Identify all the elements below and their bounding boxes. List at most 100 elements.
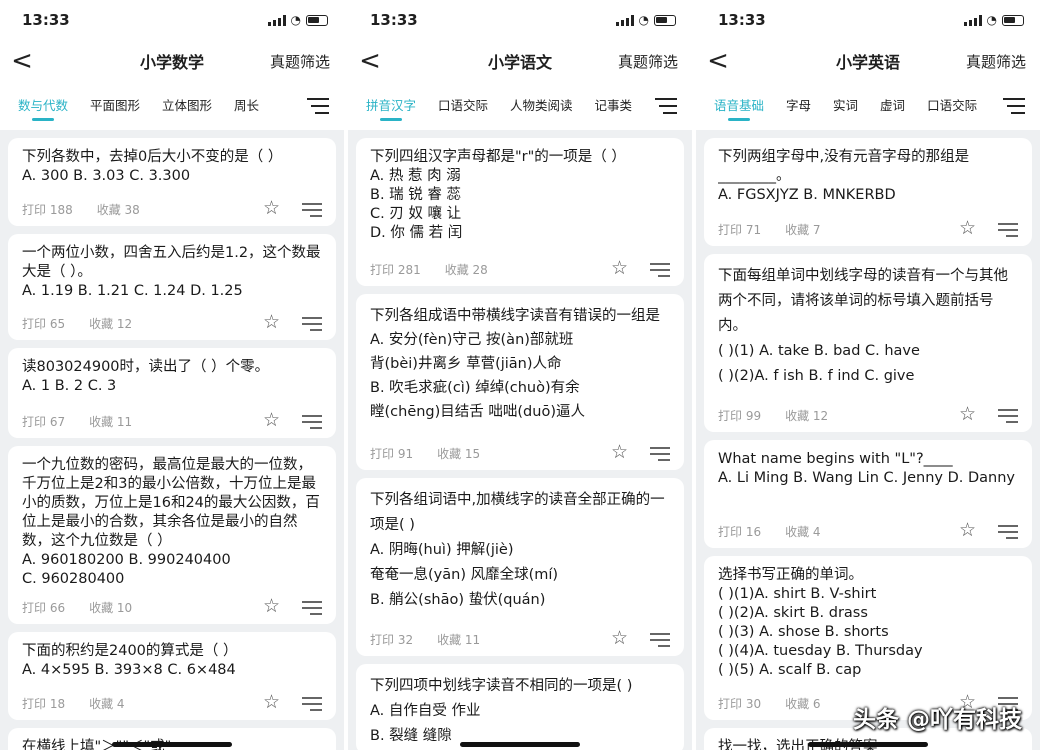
favorite-count: 收藏 28 bbox=[444, 262, 488, 277]
favorite-count: 收藏 4 bbox=[785, 524, 821, 539]
star-icon[interactable]: ☆ bbox=[611, 629, 628, 648]
nav-bar: < 小学语文 真题筛选 bbox=[348, 40, 692, 82]
question-card[interactable]: 一个两位小数，四舍五入后约是1.2，这个数最大是（ ）。 A. 1.19 B. … bbox=[8, 234, 336, 340]
filter-button[interactable]: 真题筛选 bbox=[618, 51, 678, 72]
list-icon[interactable] bbox=[650, 447, 670, 461]
question-card[interactable]: 下列四项中划线字读音不相同的一项是( ) A. 自作自受 作业 B. 裂缝 缝隙 bbox=[356, 664, 684, 750]
print-count: 打印 67 bbox=[22, 414, 66, 429]
list-icon[interactable] bbox=[650, 633, 670, 647]
favorite-count: 收藏 38 bbox=[96, 202, 140, 217]
back-icon[interactable]: < bbox=[696, 40, 740, 82]
star-icon[interactable]: ☆ bbox=[263, 199, 280, 218]
menu-icon[interactable] bbox=[292, 82, 344, 130]
home-indicator bbox=[112, 742, 232, 747]
tab-kouyujiaoji[interactable]: 口语交际 bbox=[438, 82, 488, 130]
category-tabs: 语音基础 字母 实词 虚词 口语交际 bbox=[696, 82, 1040, 130]
tab-xuci[interactable]: 虚词 bbox=[880, 82, 905, 130]
print-count: 打印 66 bbox=[22, 600, 66, 615]
question-card[interactable]: 选择书写正确的单词。 ( )(1)A. shirt B. V-shirt ( )… bbox=[704, 556, 1032, 720]
list-icon[interactable] bbox=[650, 263, 670, 277]
question-card[interactable]: 下列四组汉字声母都是"r"的一项是（ ） A. 热 惹 肉 溺 B. 瑞 锐 睿… bbox=[356, 138, 684, 286]
question-text: 下列四项中划线字读音不相同的一项是( ) A. 自作自受 作业 B. 裂缝 缝隙 bbox=[370, 678, 633, 744]
question-card[interactable]: 下列两组字母中,没有元音字母的那组是________。 A. FGSXJYZ B… bbox=[704, 138, 1032, 246]
question-card[interactable]: 下列各数中，去掉0后大小不变的是（ ） A. 300 B. 3.03 C. 3.… bbox=[8, 138, 336, 226]
question-card[interactable]: What name begins with "L"?____ A. Li Min… bbox=[704, 440, 1032, 548]
star-icon[interactable]: ☆ bbox=[611, 443, 628, 462]
tab-zimu[interactable]: 字母 bbox=[786, 82, 811, 130]
question-card[interactable]: 一个九位数的密码，最高位是最大的一位数，千万位上是2和3的最小公倍数，十万位上是… bbox=[8, 446, 336, 624]
favorite-count: 收藏 12 bbox=[89, 316, 133, 331]
question-feed[interactable]: 下列两组字母中,没有元音字母的那组是________。 A. FGSXJYZ B… bbox=[696, 138, 1040, 750]
signal-icon bbox=[963, 14, 982, 26]
wifi-icon: ◔ bbox=[638, 13, 649, 27]
tab-shuyudaishu[interactable]: 数与代数 bbox=[18, 82, 68, 130]
star-icon[interactable]: ☆ bbox=[263, 411, 280, 430]
list-icon[interactable] bbox=[998, 525, 1018, 539]
print-count: 打印 65 bbox=[22, 316, 66, 331]
math-screen: 13:33 ◔ < 小学数学 真题筛选 数与代数 平面图形 立体图形 周长 下列… bbox=[0, 0, 344, 750]
list-icon[interactable] bbox=[302, 317, 322, 331]
star-icon[interactable]: ☆ bbox=[611, 259, 628, 278]
back-icon[interactable]: < bbox=[0, 40, 44, 82]
question-card[interactable]: 下列各组成语中带横线字读音有错误的一组是 A. 安分(fèn)守己 按(àn)部… bbox=[356, 294, 684, 470]
english-screen: 13:33 ◔ < 小学英语 真题筛选 语音基础 字母 实词 虚词 口语交际 下… bbox=[696, 0, 1040, 750]
question-text: 一个九位数的密码，最高位是最大的一位数，千万位上是2和3的最小公倍数，十万位上是… bbox=[22, 457, 320, 587]
favorite-count: 收藏 10 bbox=[89, 600, 133, 615]
list-icon[interactable] bbox=[302, 697, 322, 711]
question-card[interactable]: 读803024900时，读出了（ ）个零。 A. 1 B. 2 C. 3 打印 … bbox=[8, 348, 336, 438]
menu-icon[interactable] bbox=[640, 82, 692, 130]
list-icon[interactable] bbox=[998, 409, 1018, 423]
battery-icon bbox=[654, 14, 676, 26]
chinese-screen: 13:33 ◔ < 小学语文 真题筛选 拼音汉字 口语交际 人物类阅读 记事类 … bbox=[348, 0, 692, 750]
question-feed[interactable]: 下列四组汉字声母都是"r"的一项是（ ） A. 热 惹 肉 溺 B. 瑞 锐 睿… bbox=[348, 138, 692, 750]
list-icon[interactable] bbox=[302, 203, 322, 217]
star-icon[interactable]: ☆ bbox=[959, 219, 976, 238]
category-tabs: 拼音汉字 口语交际 人物类阅读 记事类 bbox=[348, 82, 692, 130]
list-icon[interactable] bbox=[302, 415, 322, 429]
back-icon[interactable]: < bbox=[348, 40, 392, 82]
favorite-count: 收藏 11 bbox=[437, 632, 481, 647]
tab-renwuleiyuedu[interactable]: 人物类阅读 bbox=[510, 82, 573, 130]
nav-bar: < 小学英语 真题筛选 bbox=[696, 40, 1040, 82]
star-icon[interactable]: ☆ bbox=[959, 521, 976, 540]
favorite-count: 收藏 15 bbox=[437, 446, 481, 461]
filter-button[interactable]: 真题筛选 bbox=[270, 51, 330, 72]
question-card[interactable]: 下面每组单词中划线字母的读音有一个与其他两个不同，请将该单词的标号填入题前括号内… bbox=[704, 254, 1032, 432]
print-count: 打印 30 bbox=[718, 696, 762, 711]
tab-zhouchang[interactable]: 周长 bbox=[234, 82, 259, 130]
question-text: 下列各数中，去掉0后大小不变的是（ ） A. 300 B. 3.03 C. 3.… bbox=[22, 149, 283, 184]
question-card[interactable]: 下列各组词语中,加横线字的读音全部正确的一项是( ) A. 阴晦(huì) 押解… bbox=[356, 478, 684, 656]
signal-icon bbox=[615, 14, 634, 26]
favorite-count: 收藏 4 bbox=[89, 696, 125, 711]
star-icon[interactable]: ☆ bbox=[263, 597, 280, 616]
star-icon[interactable]: ☆ bbox=[959, 405, 976, 424]
question-text: 下列各组成语中带横线字读音有错误的一组是 A. 安分(fèn)守己 按(àn)部… bbox=[370, 308, 660, 420]
tab-shici[interactable]: 实词 bbox=[833, 82, 858, 130]
status-bar: 13:33 ◔ bbox=[348, 0, 692, 40]
question-card[interactable]: 下面的积约是2400的算式是（ ） A. 4×595 B. 393×8 C. 6… bbox=[8, 632, 336, 720]
nav-bar: < 小学数学 真题筛选 bbox=[0, 40, 344, 82]
favorite-count: 收藏 12 bbox=[785, 408, 829, 423]
tab-kouyujiaoji[interactable]: 口语交际 bbox=[927, 82, 977, 130]
tab-pingmiantuxing[interactable]: 平面图形 bbox=[90, 82, 140, 130]
star-icon[interactable]: ☆ bbox=[263, 693, 280, 712]
status-time: 13:33 bbox=[370, 11, 418, 29]
print-count: 打印 71 bbox=[718, 222, 762, 237]
tab-jishilei[interactable]: 记事类 bbox=[595, 82, 633, 130]
print-count: 打印 18 bbox=[22, 696, 66, 711]
menu-icon[interactable] bbox=[988, 82, 1040, 130]
question-text: 一个两位小数，四舍五入后约是1.2，这个数最大是（ ）。 A. 1.19 B. … bbox=[22, 245, 321, 299]
question-text: 下面的积约是2400的算式是（ ） A. 4×595 B. 393×8 C. 6… bbox=[22, 643, 238, 678]
star-icon[interactable]: ☆ bbox=[263, 313, 280, 332]
battery-icon bbox=[1002, 14, 1024, 26]
list-icon[interactable] bbox=[302, 601, 322, 615]
list-icon[interactable] bbox=[998, 223, 1018, 237]
home-indicator bbox=[460, 742, 580, 747]
filter-button[interactable]: 真题筛选 bbox=[966, 51, 1026, 72]
favorite-count: 收藏 6 bbox=[785, 696, 821, 711]
tab-litituxing[interactable]: 立体图形 bbox=[162, 82, 212, 130]
question-feed[interactable]: 下列各数中，去掉0后大小不变的是（ ） A. 300 B. 3.03 C. 3.… bbox=[0, 138, 344, 750]
tab-pinyinhanzi[interactable]: 拼音汉字 bbox=[366, 82, 416, 130]
tab-yuyinjichu[interactable]: 语音基础 bbox=[714, 82, 764, 130]
signal-icon bbox=[267, 14, 286, 26]
